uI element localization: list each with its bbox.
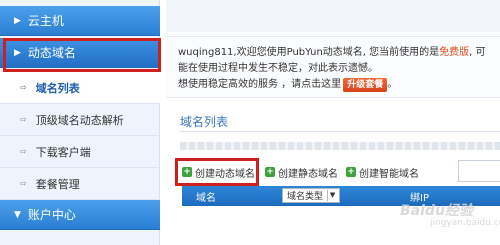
domain-type-select[interactable]: 域名类型 ▼: [282, 188, 341, 203]
button-label: 创建动态域名: [195, 168, 255, 180]
arrow-right-icon: ⇨: [20, 83, 27, 92]
sidebar-category-label: 动态域名: [27, 46, 76, 60]
sidebar-item-label: 下载客户端: [35, 145, 91, 159]
plus-icon: +: [182, 167, 192, 177]
arrow-right-icon: ⇨: [20, 147, 27, 156]
sidebar-item-label: 域名列表: [35, 81, 80, 95]
sidebar-category-label: 云主机: [27, 14, 64, 28]
notice-text: 想使用稳定高效的服务 ，请点击这里: [178, 79, 342, 90]
chevron-down-icon: ▼: [327, 190, 337, 201]
upgrade-plan-button[interactable]: 升级套餐: [343, 78, 388, 92]
sidebar-item-download-client[interactable]: ⇨ 下载客户端: [0, 136, 160, 168]
watermark-logo: Baidu经验: [400, 203, 473, 219]
sidebar-category-label: 账户中心: [27, 208, 76, 222]
arrow-right-icon: ⇨: [20, 115, 27, 124]
page-title: 域名列表: [180, 115, 229, 129]
notice-box: wuqing811,欢迎您使用PubYun动态域名, 您当前使用的是免费版, 可…: [166, 36, 500, 98]
plus-icon: +: [265, 167, 275, 177]
sidebar-category-cloud-host[interactable]: ▶ 云主机: [0, 6, 160, 36]
triangle-right-icon: ▶: [14, 15, 21, 26]
notice-line-3: 想使用稳定高效的服务 ，请点击这里 升级套餐。: [178, 77, 492, 93]
notice-line-1: wuqing811,欢迎您使用PubYun动态域名, 您当前使用的是免费版, 可…: [178, 45, 492, 77]
sidebar: ▶ 云主机 ▶ 动态域名 ⇨ 域名列表 ⇨ 顶级域名动态解析 ⇨ 下载客户端 ⇨…: [0, 0, 161, 245]
search-input[interactable]: [458, 160, 500, 182]
create-static-domain-button[interactable]: + 创建静态域名: [265, 164, 338, 180]
create-dynamic-domain-button[interactable]: + 创建动态域名: [182, 164, 255, 180]
create-smart-domain-button[interactable]: + 创建智能域名: [346, 164, 419, 180]
plus-icon: +: [346, 167, 356, 177]
button-label: 创建静态域名: [278, 168, 338, 180]
triangle-right-icon: ▶: [14, 47, 21, 58]
select-value: 域名类型: [287, 192, 324, 202]
username: wuqing811: [178, 47, 234, 58]
sidebar-item-plan-management[interactable]: ⇨ 套餐管理: [0, 168, 160, 200]
sidebar-item-domain-list[interactable]: ⇨ 域名列表: [0, 72, 160, 104]
divider: [180, 131, 500, 132]
sidebar-category-dynamic-domain[interactable]: ▶ 动态域名: [0, 38, 160, 68]
sidebar-category-account-center[interactable]: ▼ 账户中心: [0, 200, 160, 230]
arrow-right-icon: ⇨: [20, 179, 27, 188]
sidebar-item-top-domain-resolve[interactable]: ⇨ 顶级域名动态解析: [0, 104, 160, 136]
plan-name: 免费版: [439, 47, 470, 58]
toolbar-separator: [180, 142, 500, 150]
top-band: [166, 0, 500, 32]
triangle-down-icon: ▼: [14, 209, 21, 220]
watermark-url: jingyan.baidu.com: [430, 218, 500, 228]
column-header-domain: 域名: [196, 193, 216, 204]
sidebar-item-label: 顶级域名动态解析: [35, 113, 124, 127]
sidebar-item-label: 套餐管理: [35, 177, 80, 191]
notice-text: 。: [387, 79, 398, 90]
notice-text: ,欢迎您使用PubYun动态域名, 您当前使用的是: [233, 47, 440, 58]
button-label: 创建智能域名: [359, 168, 419, 180]
